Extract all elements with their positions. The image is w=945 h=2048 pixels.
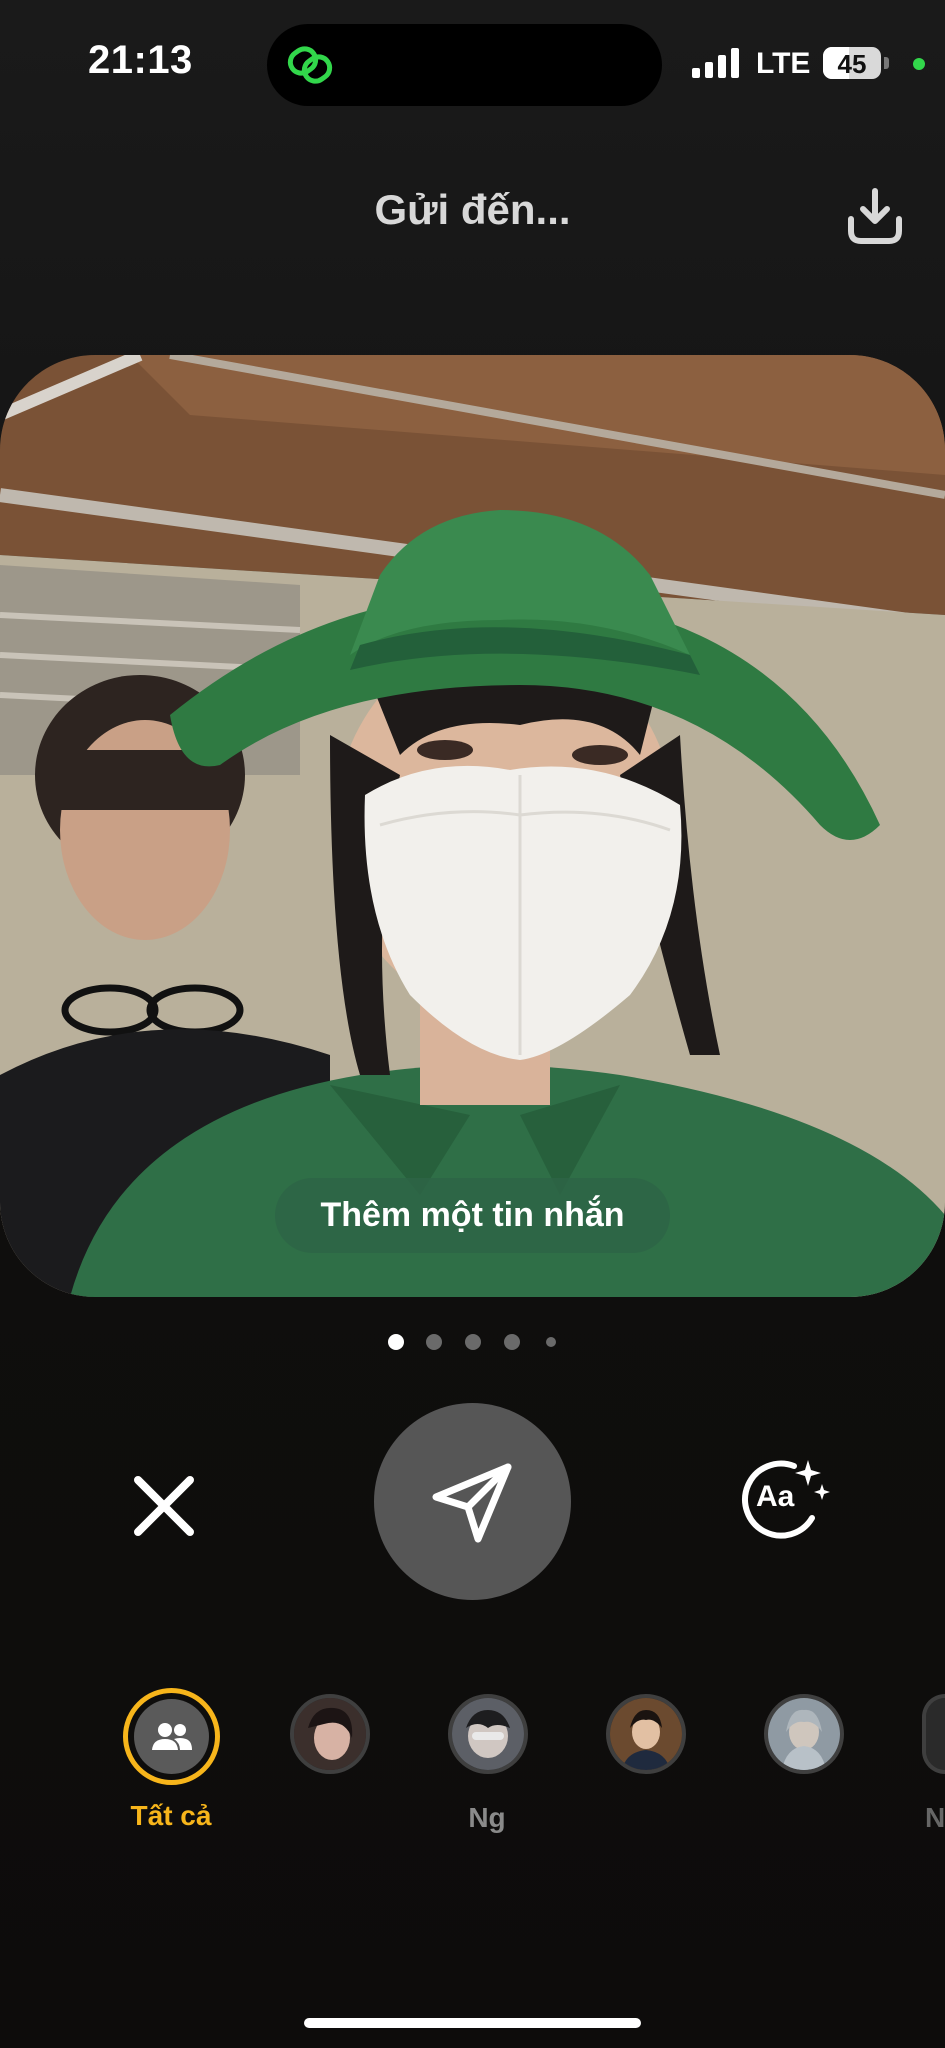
recipient-label: Ng bbox=[468, 1802, 506, 1833]
recipient-label: N bbox=[925, 1802, 945, 1833]
download-icon[interactable] bbox=[843, 185, 907, 247]
page-dot[interactable] bbox=[504, 1334, 520, 1350]
text-style-glyph: Aa bbox=[756, 1480, 795, 1513]
cellular-signal-icon bbox=[692, 48, 740, 78]
status-time: 21:13 bbox=[88, 38, 193, 82]
home-indicator[interactable] bbox=[304, 2018, 641, 2028]
recipient-label: Tất cả bbox=[130, 1800, 212, 1831]
page-dot[interactable] bbox=[388, 1334, 404, 1350]
close-icon[interactable] bbox=[128, 1470, 200, 1542]
network-type: LTE bbox=[756, 47, 811, 80]
battery-cap bbox=[884, 57, 889, 69]
page-dot[interactable] bbox=[465, 1334, 481, 1350]
recipient-avatar[interactable] bbox=[448, 1694, 528, 1774]
recipient-avatar[interactable] bbox=[922, 1694, 945, 1774]
battery-level: 45 bbox=[837, 49, 867, 79]
recipient-avatar[interactable] bbox=[606, 1694, 686, 1774]
link-chain-icon bbox=[287, 46, 333, 84]
photo-preview bbox=[0, 355, 945, 1297]
page-dot[interactable] bbox=[546, 1337, 556, 1347]
message-input[interactable]: Thêm một tin nhắn bbox=[275, 1178, 670, 1253]
send-button[interactable] bbox=[374, 1403, 571, 1600]
recipient-avatar[interactable] bbox=[290, 1694, 370, 1774]
page-dot[interactable] bbox=[426, 1334, 442, 1350]
text-style-button[interactable]: Aa bbox=[732, 1452, 832, 1542]
recipient-all[interactable] bbox=[123, 1688, 220, 1785]
page-title: Gửi đến... bbox=[374, 186, 571, 233]
recipient-avatar[interactable] bbox=[764, 1694, 844, 1774]
battery-icon: 45 bbox=[823, 47, 881, 79]
send-icon bbox=[432, 1463, 511, 1542]
group-icon bbox=[151, 1722, 192, 1750]
privacy-indicator-dot bbox=[913, 58, 925, 70]
